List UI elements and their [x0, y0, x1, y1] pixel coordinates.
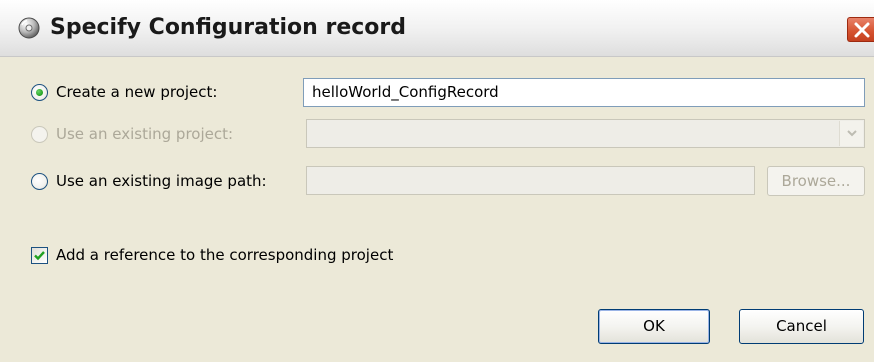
- browse-button[interactable]: Browse...: [767, 166, 865, 196]
- create-new-project-row: Create a new project: helloWorld_ConfigR…: [0, 78, 874, 108]
- existing-image-radio[interactable]: [31, 173, 48, 190]
- dropdown-arrow[interactable]: [839, 121, 863, 146]
- chevron-down-icon: [847, 130, 857, 137]
- add-reference-checkbox[interactable]: [31, 247, 48, 264]
- add-reference-label: Add a reference to the corresponding pro…: [56, 246, 394, 264]
- cd-disc-icon: [18, 17, 40, 39]
- project-name-input[interactable]: helloWorld_ConfigRecord: [303, 78, 865, 107]
- existing-project-row: Use an existing project:: [0, 119, 874, 149]
- checkmark-icon: [34, 251, 45, 261]
- existing-project-radio[interactable]: [31, 126, 48, 143]
- reference-row: Add a reference to the corresponding pro…: [0, 244, 874, 268]
- image-path-input[interactable]: [306, 166, 755, 195]
- existing-project-select[interactable]: [306, 119, 865, 148]
- create-new-project-label: Create a new project:: [56, 83, 218, 101]
- title-bar[interactable]: Specify Configuration record: [0, 0, 874, 57]
- cancel-button[interactable]: Cancel: [739, 309, 864, 344]
- dialog-content: Create a new project: helloWorld_ConfigR…: [0, 57, 874, 362]
- create-new-project-radio[interactable]: [31, 84, 48, 101]
- ok-button[interactable]: OK: [598, 309, 710, 344]
- close-button[interactable]: [847, 17, 874, 42]
- close-icon: [854, 22, 870, 38]
- dialog-title: Specify Configuration record: [50, 15, 407, 40]
- existing-image-label: Use an existing image path:: [56, 172, 267, 190]
- existing-project-label: Use an existing project:: [56, 125, 234, 143]
- existing-image-row: Use an existing image path: Browse...: [0, 166, 874, 196]
- configuration-dialog: Specify Configuration record Create a ne…: [0, 0, 874, 362]
